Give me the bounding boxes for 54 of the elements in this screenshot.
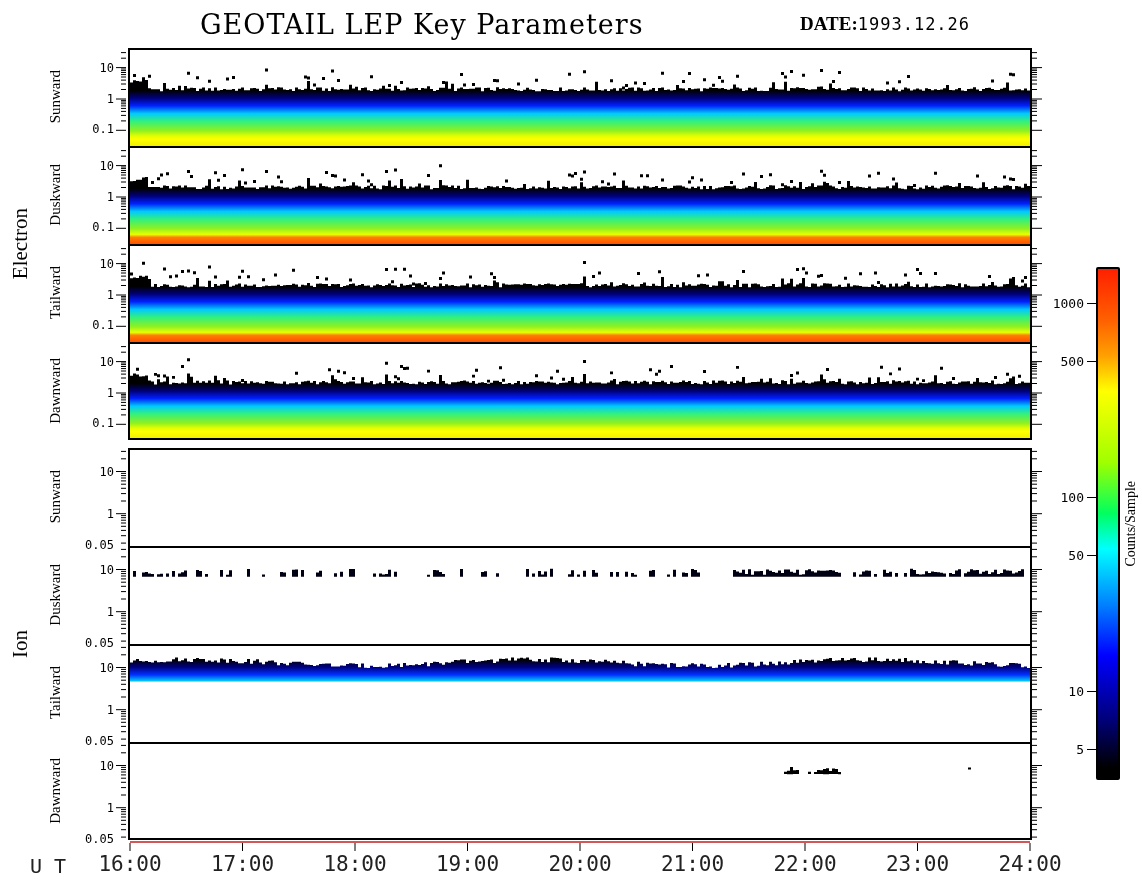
y-tick-label: 1 [106,604,114,619]
y-tick-label: 0.1 [92,318,114,333]
y-tick-label: 1 [106,91,114,106]
panel-label: Duskward [46,164,64,226]
y-tick-label: 10 [99,256,114,271]
colorbar-tick-label: 1000 [1052,295,1084,311]
panel-label: Tailward [46,266,64,320]
y-tick-label: 0.1 [92,220,114,235]
y-tick-label: 10 [99,354,114,369]
y-tick-label: 1 [106,385,114,400]
y-tick-label: 10 [99,660,114,675]
y-tick-label: 0.1 [92,122,114,137]
colorbar-tick-label: 50 [1068,547,1084,563]
panel-label: Dawnward [46,758,64,824]
colorbar-tick-label: 5 [1076,741,1084,757]
y-tick-label: 1 [106,287,114,302]
x-tick-label: 21:00 [660,852,725,876]
panel-label: Dawnward [46,358,64,424]
x-tick-label: 19:00 [435,852,500,876]
y-tick-label: 1 [106,702,114,717]
y-tick-label: 10 [99,562,114,577]
x-tick-label: 23:00 [885,852,950,876]
y-tick-label: 10 [99,464,114,479]
x-tick-label: 17:00 [210,852,275,876]
group-label: Electron [7,208,33,280]
date-value: 1993.12.26 [857,14,971,34]
y-tick-label: 10 [99,758,114,773]
y-tick-label: 0.05 [85,537,114,552]
y-tick-label: 0.05 [85,733,114,748]
panel-label: Tailward [46,666,64,720]
y-tick-label: 10 [99,158,114,173]
group-label: Ion [7,630,33,658]
chart-title: GEOTAIL LEP Key Parameters [200,8,645,40]
y-tick-label: 0.05 [85,831,114,846]
y-tick-label: 10 [99,60,114,75]
x-tick-label: 16:00 [98,852,162,876]
panel-label: Duskward [46,564,64,626]
colorbar-tick-label: 100 [1060,489,1084,505]
y-tick-label: 0.1 [92,416,114,431]
colorbar-title: Counts/Sample [1123,480,1139,567]
colorbar-tick-label: 500 [1060,353,1084,369]
date-label: DATE: [800,13,858,35]
panel-label: Sunward [46,70,64,124]
x-tick-label: 20:00 [548,852,612,876]
axis-label: U T [30,854,67,878]
x-tick-label: 18:00 [323,852,387,876]
y-tick-label: 1 [106,506,114,521]
x-tick-label: 24:00 [998,852,1062,876]
colorbar-tick-label: 10 [1068,683,1084,699]
y-tick-label: 1 [106,800,114,815]
y-tick-label: 0.05 [85,635,114,650]
y-tick-label: 1 [106,189,114,204]
x-tick-label: 22:00 [773,852,837,876]
panel-label: Sunward [46,470,64,524]
